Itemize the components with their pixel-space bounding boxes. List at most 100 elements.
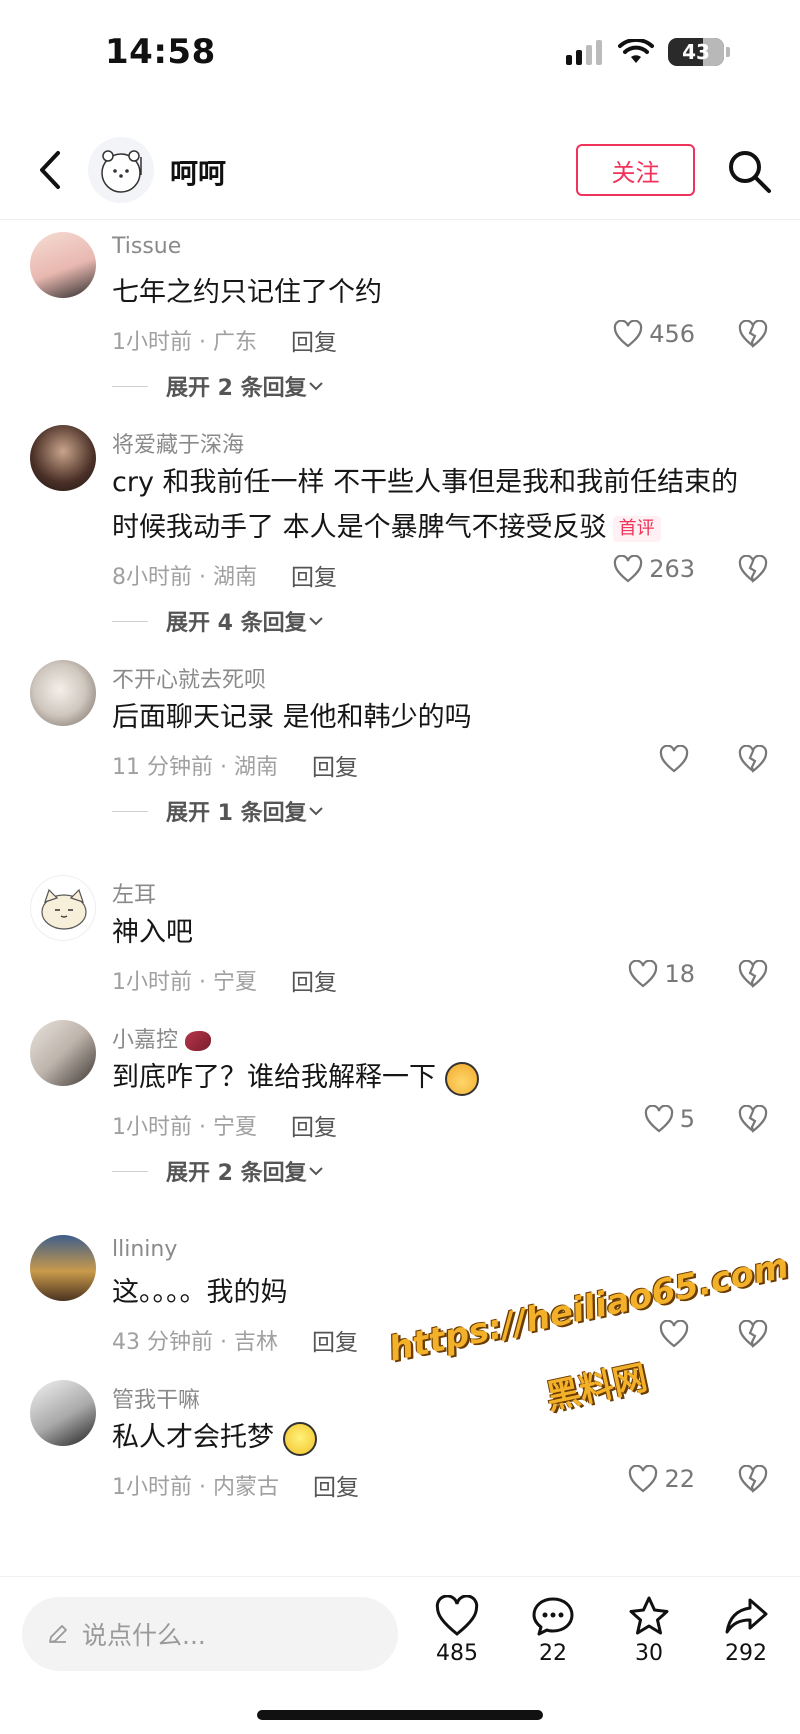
like-count: 22 bbox=[664, 1465, 695, 1493]
expand-replies[interactable]: 展开 2 条回复 bbox=[112, 1155, 325, 1187]
bear-avatar-icon bbox=[101, 150, 142, 193]
comment-icon bbox=[532, 1597, 574, 1636]
share-count: 292 bbox=[725, 1641, 767, 1666]
battery-icon: 43 bbox=[668, 38, 724, 66]
comment-item: 将爱藏于深海 cry 和我前任一样 不干些人事但是我和我前任结束的时候我动手了 … bbox=[0, 405, 800, 637]
comment-username[interactable]: Tissue bbox=[112, 234, 181, 259]
avatar[interactable] bbox=[30, 660, 96, 726]
broken-heart-icon[interactable] bbox=[738, 1320, 768, 1348]
expand-replies[interactable]: 展开 2 条回复 bbox=[112, 370, 325, 402]
like-button[interactable]: 456 bbox=[613, 320, 695, 348]
comment-time: 1小时前 · 广东 bbox=[112, 330, 257, 355]
heart-icon bbox=[614, 320, 643, 348]
reply-button[interactable]: 回复 bbox=[313, 1468, 359, 1502]
comment-text: 私人才会托梦 bbox=[112, 1415, 762, 1460]
heart-icon bbox=[629, 1465, 658, 1493]
comment-list[interactable]: Tissue 七年之约只记住了个约 1小时前 · 广东 回复 456 展开 2 … bbox=[0, 220, 800, 1576]
comment-input[interactable]: 说点什么... bbox=[22, 1597, 398, 1671]
avatar[interactable] bbox=[30, 875, 96, 941]
comment-username[interactable]: 将爱藏于深海 bbox=[112, 427, 244, 459]
broken-heart-icon[interactable] bbox=[738, 1105, 768, 1133]
reply-button[interactable]: 回复 bbox=[312, 1323, 358, 1357]
comment-meta: 43 分钟前 · 吉林 回复 bbox=[112, 1323, 358, 1357]
comment-username[interactable]: 管我干嘛 bbox=[112, 1382, 200, 1414]
like-count: 18 bbox=[664, 960, 695, 988]
expand-replies[interactable]: 展开 4 条回复 bbox=[112, 605, 325, 637]
heart-icon bbox=[435, 1595, 479, 1636]
favorite-button[interactable]: 30 bbox=[609, 1595, 689, 1666]
avatar[interactable] bbox=[30, 232, 96, 298]
comment-text: 七年之约只记住了个约 bbox=[112, 277, 382, 308]
heart-icon bbox=[644, 1105, 673, 1133]
broken-heart-icon[interactable] bbox=[738, 960, 768, 988]
sweet-potato-emoji bbox=[185, 1031, 212, 1051]
comment-username[interactable]: 小嘉控 bbox=[112, 1022, 212, 1054]
like-button[interactable]: 22 bbox=[628, 1465, 695, 1493]
comment-time: 1小时前 · 内蒙古 bbox=[112, 1475, 279, 1500]
comment-text: 神入吧 bbox=[112, 917, 193, 948]
like-post-button[interactable]: 485 bbox=[417, 1595, 497, 1666]
comment-username[interactable]: 左耳 bbox=[112, 877, 156, 909]
like-button[interactable]: 18 bbox=[628, 960, 695, 988]
comment-item: 左耳 神入吧 1小时前 · 宁夏 回复 18 bbox=[0, 855, 800, 997]
broken-heart-icon[interactable] bbox=[738, 555, 768, 583]
comment-text: cry 和我前任一样 不干些人事但是我和我前任结束的时候我动手了 本人是个暴脾气… bbox=[112, 467, 739, 543]
comment-username[interactable]: llininy bbox=[112, 1237, 177, 1262]
comment-meta: 1小时前 · 内蒙古 回复 bbox=[112, 1468, 359, 1502]
like-button[interactable] bbox=[659, 1320, 695, 1348]
nav-bar: 呵呵 关注 bbox=[0, 125, 800, 220]
expand-replies[interactable]: 展开 1 条回复 bbox=[112, 795, 325, 827]
broken-heart-icon[interactable] bbox=[738, 745, 768, 773]
broken-heart-icon[interactable] bbox=[738, 1465, 768, 1493]
search-icon[interactable] bbox=[725, 147, 773, 195]
reply-button[interactable]: 回复 bbox=[312, 748, 358, 782]
comment-meta: 8小时前 · 湖南 回复 bbox=[112, 558, 337, 592]
reply-button[interactable]: 回复 bbox=[291, 963, 337, 997]
comment-item: 小嘉控 到底咋了？谁给我解释一下 1小时前 · 宁夏 回复 5 展开 2 条回复 bbox=[0, 1000, 800, 1187]
face-emoji bbox=[444, 1061, 479, 1096]
comment-item: Tissue 七年之约只记住了个约 1小时前 · 广东 回复 456 展开 2 … bbox=[0, 220, 800, 410]
wifi-icon bbox=[618, 39, 654, 63]
comment-button[interactable]: 22 bbox=[513, 1595, 593, 1666]
star-icon bbox=[629, 1596, 669, 1635]
like-button[interactable]: 5 bbox=[644, 1105, 695, 1133]
pencil-icon bbox=[49, 1625, 67, 1643]
comment-time: 1小时前 · 宁夏 bbox=[112, 1115, 257, 1140]
heart-icon bbox=[629, 960, 658, 988]
avatar[interactable] bbox=[30, 1235, 96, 1301]
comment-meta: 1小时前 · 宁夏 回复 bbox=[112, 963, 337, 997]
smile-emoji bbox=[282, 1421, 317, 1456]
comment-time: 1小时前 · 宁夏 bbox=[112, 970, 257, 995]
chevron-down-icon bbox=[308, 1167, 323, 1176]
avatar[interactable] bbox=[88, 137, 154, 203]
comment-text: 后面聊天记录 是他和韩少的吗 bbox=[112, 702, 472, 733]
reply-button[interactable]: 回复 bbox=[291, 558, 337, 592]
avatar[interactable] bbox=[30, 425, 96, 491]
comment-username[interactable]: 不开心就去死呗 bbox=[112, 662, 266, 694]
like-count: 456 bbox=[649, 320, 695, 348]
chevron-down-icon bbox=[308, 617, 323, 626]
like-button[interactable] bbox=[659, 745, 695, 773]
avatar[interactable] bbox=[30, 1380, 96, 1446]
heart-icon bbox=[614, 555, 643, 583]
avatar[interactable] bbox=[30, 1020, 96, 1086]
chevron-down-icon bbox=[308, 382, 323, 391]
share-button[interactable]: 292 bbox=[706, 1595, 786, 1666]
follow-button[interactable]: 关注 bbox=[576, 144, 695, 196]
home-indicator[interactable] bbox=[257, 1710, 543, 1720]
reply-button[interactable]: 回复 bbox=[291, 1108, 337, 1142]
back-icon[interactable] bbox=[30, 147, 70, 193]
chevron-down-icon bbox=[308, 807, 323, 816]
broken-heart-icon[interactable] bbox=[738, 320, 768, 348]
favorite-count: 30 bbox=[635, 1641, 663, 1666]
like-count: 263 bbox=[649, 555, 695, 583]
share-icon bbox=[725, 1598, 768, 1634]
like-count: 485 bbox=[436, 1641, 478, 1666]
heart-icon bbox=[659, 1320, 689, 1348]
input-placeholder: 说点什么... bbox=[82, 1621, 206, 1650]
author-name[interactable]: 呵呵 bbox=[170, 152, 226, 192]
first-comment-badge: 首评 bbox=[612, 515, 661, 542]
reply-button[interactable]: 回复 bbox=[291, 323, 337, 357]
like-button[interactable]: 263 bbox=[613, 555, 695, 583]
comment-item: 不开心就去死呗 后面聊天记录 是他和韩少的吗 11 分钟前 · 湖南 回复 展开… bbox=[0, 640, 800, 826]
